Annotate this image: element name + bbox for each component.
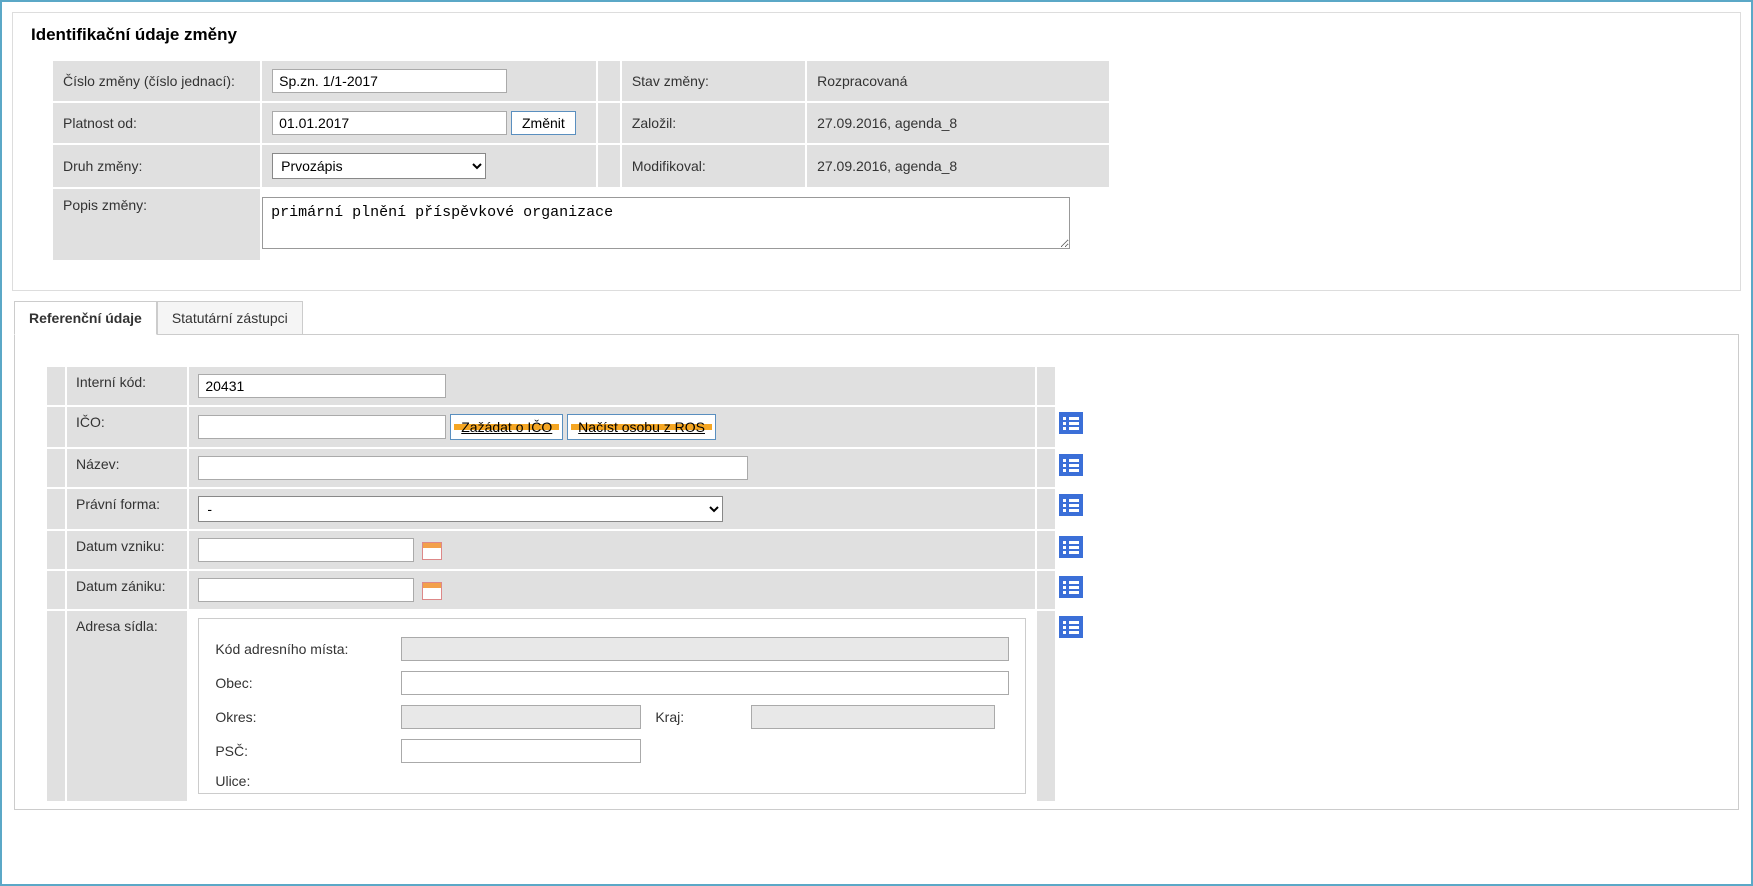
tab-referencni-udaje[interactable]: Referenční údaje — [14, 301, 157, 335]
adresa-box: Kód adresního místa: Obec: Okres: Kraj: — [198, 618, 1026, 794]
label-nazev: Název: — [67, 449, 187, 487]
tab-panel-referencni: Interní kód: IČO: Zažádat o IČO Načíst o… — [14, 334, 1739, 810]
label-datum-zaniku: Datum zániku: — [67, 571, 187, 609]
label-kraj: Kraj: — [641, 709, 751, 725]
zalozil-value: 27.09.2016, agenda_8 — [807, 103, 1109, 143]
tab-statutarni-zastupci[interactable]: Statutární zástupci — [157, 301, 303, 335]
psc-input[interactable] — [401, 739, 641, 763]
label-popis: Popis změny: — [53, 189, 260, 260]
datum-vzniku-input[interactable] — [198, 538, 414, 562]
zmenit-button[interactable]: Změnit — [511, 111, 576, 135]
label-stav: Stav změny: — [622, 61, 805, 101]
label-obec: Obec: — [215, 675, 401, 691]
stav-value: Rozpracovaná — [807, 61, 1109, 101]
label-datum-vzniku: Datum vzniku: — [67, 531, 187, 569]
list-icon[interactable] — [1059, 412, 1083, 434]
okres-input — [401, 705, 641, 729]
list-icon[interactable] — [1059, 494, 1083, 516]
ident-panel: Identifikační údaje změny Číslo změny (č… — [12, 12, 1741, 291]
list-icon[interactable] — [1059, 454, 1083, 476]
druh-select[interactable]: Prvozápis — [272, 153, 486, 179]
calendar-icon[interactable] — [422, 582, 442, 600]
calendar-icon[interactable] — [422, 542, 442, 560]
modifikoval-value: 27.09.2016, agenda_8 — [807, 145, 1109, 187]
label-ulice: Ulice: — [215, 773, 401, 789]
label-cislo-zmeny: Číslo změny (číslo jednací): — [53, 61, 260, 101]
kod-adresniho-mista-input — [401, 637, 1009, 661]
label-psc: PSČ: — [215, 743, 401, 759]
label-druh: Druh změny: — [53, 145, 260, 187]
panel-title: Identifikační údaje změny — [31, 25, 1722, 45]
cislo-zmeny-input[interactable] — [272, 69, 507, 93]
ico-input[interactable] — [198, 415, 446, 439]
interni-kod-input — [198, 374, 446, 398]
label-platnost-od: Platnost od: — [53, 103, 260, 143]
kraj-input — [751, 705, 995, 729]
label-ico: IČO: — [67, 407, 187, 447]
platnost-od-input — [272, 111, 507, 135]
gap — [598, 61, 620, 101]
zazadat-ico-button[interactable]: Zažádat o IČO — [450, 414, 563, 440]
label-pravni-forma: Právní forma: — [67, 489, 187, 529]
list-icon[interactable] — [1059, 576, 1083, 598]
label-okres: Okres: — [215, 709, 401, 725]
label-adresa-sidla: Adresa sídla: — [67, 611, 187, 801]
pravni-forma-select[interactable]: - — [198, 496, 723, 522]
nazev-input[interactable] — [198, 456, 748, 480]
nacist-osobu-button[interactable]: Načíst osobu z ROS — [567, 414, 716, 440]
obec-input[interactable] — [401, 671, 1009, 695]
list-icon[interactable] — [1059, 616, 1083, 638]
label-modifikoval: Modifikoval: — [622, 145, 805, 187]
list-icon[interactable] — [1059, 536, 1083, 558]
label-interni-kod: Interní kód: — [67, 367, 187, 405]
popis-textarea[interactable]: primární plnění příspěvkové organizace — [262, 197, 1070, 249]
label-zalozil: Založil: — [622, 103, 805, 143]
datum-zaniku-input[interactable] — [198, 578, 414, 602]
label-kod-adresniho-mista: Kód adresního místa: — [215, 641, 401, 657]
